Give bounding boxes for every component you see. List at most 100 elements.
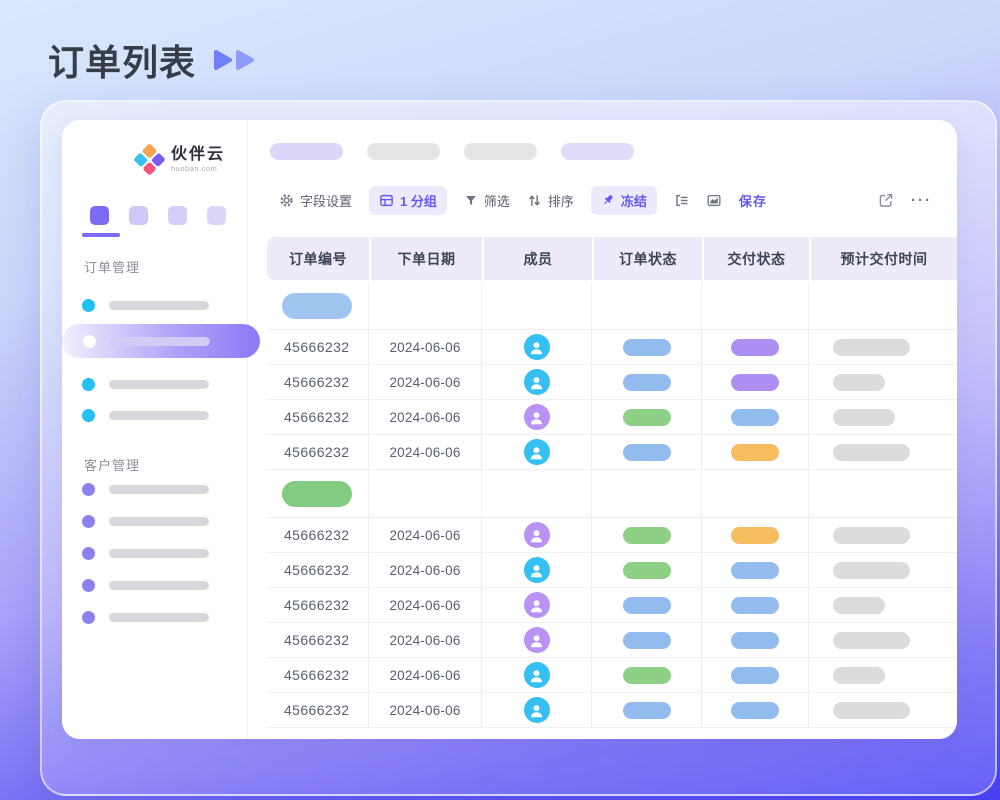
brand-text: 伙伴云 huoban.com — [171, 146, 225, 173]
filter-button[interactable]: 筛选 — [464, 191, 510, 210]
order-status-cell — [592, 693, 702, 728]
row-height-button[interactable] — [674, 193, 689, 208]
share-icon — [878, 192, 894, 208]
order-number-cell: 45666232 — [267, 518, 369, 553]
freeze-button[interactable]: 冻结 — [591, 186, 657, 215]
delivery-status-cell — [702, 330, 809, 365]
item-text-placeholder — [109, 581, 209, 590]
column-header[interactable]: 交付状态 — [702, 237, 809, 280]
glass-card: 伙伴云 huoban.com 订单管理客户管理 — [40, 100, 997, 796]
eta-placeholder-pill — [833, 597, 885, 614]
page-header: 订单列表 — [48, 34, 258, 86]
order-status-cell — [592, 588, 702, 623]
item-dot — [82, 579, 95, 592]
column-header[interactable]: 成员 — [482, 237, 592, 280]
sidebar-item[interactable] — [82, 482, 209, 496]
pin-icon — [601, 193, 615, 207]
eta-cell — [809, 330, 957, 365]
member-cell — [482, 658, 592, 693]
column-header[interactable]: 订单状态 — [592, 237, 702, 280]
nav-placeholder-pill[interactable] — [464, 143, 537, 160]
order-date-cell: 2024-06-06 — [369, 588, 482, 623]
order-status-pill — [623, 597, 671, 614]
order-number-cell: 45666232 — [267, 365, 369, 400]
nav-placeholder-pill[interactable] — [270, 143, 343, 160]
order-number-cell: 45666232 — [267, 330, 369, 365]
column-header[interactable]: 订单编号 — [267, 237, 369, 280]
app-tab-active[interactable] — [90, 206, 109, 225]
sidebar-item[interactable] — [82, 377, 209, 391]
sort-arrows-icon — [527, 193, 542, 208]
share-button[interactable] — [878, 192, 894, 208]
order-status-pill — [623, 562, 671, 579]
group-pill[interactable] — [282, 293, 352, 319]
order-date-cell: 2024-06-06 — [369, 435, 482, 470]
brand-domain: huoban.com — [171, 164, 225, 173]
order-date-cell: 2024-06-06 — [369, 400, 482, 435]
item-dot — [82, 547, 95, 560]
delivery-status-cell — [702, 518, 809, 553]
user-avatar-icon — [524, 334, 550, 360]
member-cell — [482, 330, 592, 365]
eta-placeholder-pill — [833, 562, 910, 579]
column-header[interactable]: 下单日期 — [369, 237, 482, 280]
table-body: 456662322024-06-06456662322024-06-064566… — [267, 282, 957, 728]
delivery-status-cell — [702, 658, 809, 693]
delivery-status-pill — [731, 667, 779, 684]
more-button[interactable]: ··· — [911, 192, 932, 209]
table-row[interactable]: 456662322024-06-06 — [267, 658, 957, 693]
order-number-cell: 45666232 — [267, 588, 369, 623]
app-tab[interactable] — [168, 206, 187, 225]
item-dot — [82, 409, 95, 422]
chart-button[interactable] — [706, 193, 722, 208]
group-button[interactable]: 1 分组 — [369, 186, 447, 215]
app-tab[interactable] — [207, 206, 226, 225]
sidebar-item[interactable] — [82, 298, 209, 312]
order-status-pill — [623, 339, 671, 356]
order-status-pill — [623, 444, 671, 461]
app-tab[interactable] — [129, 206, 148, 225]
sidebar-item[interactable] — [82, 514, 209, 528]
sidebar-item[interactable] — [82, 408, 209, 422]
user-avatar-icon — [524, 697, 550, 723]
table-row[interactable]: 456662322024-06-06 — [267, 435, 957, 470]
group-cell — [369, 470, 482, 517]
row-height-icon — [674, 193, 689, 208]
order-number-cell: 45666232 — [267, 435, 369, 470]
order-status-cell — [592, 330, 702, 365]
order-number-cell: 45666232 — [267, 400, 369, 435]
table-row[interactable]: 456662322024-06-06 — [267, 330, 957, 365]
sort-button[interactable]: 排序 — [527, 191, 574, 210]
table-row[interactable]: 456662322024-06-06 — [267, 400, 957, 435]
table-row[interactable]: 456662322024-06-06 — [267, 623, 957, 658]
table-row[interactable]: 456662322024-06-06 — [267, 588, 957, 623]
sidebar-item[interactable] — [82, 610, 209, 624]
order-status-pill — [623, 702, 671, 719]
brand-logo: 伙伴云 huoban.com — [138, 146, 225, 173]
table-row[interactable]: 456662322024-06-06 — [267, 518, 957, 553]
group-pill[interactable] — [282, 481, 352, 507]
user-avatar-icon — [524, 439, 550, 465]
table-row[interactable]: 456662322024-06-06 — [267, 693, 957, 728]
column-header[interactable]: 预计交付时间 — [809, 237, 957, 280]
page-background: 订单列表 伙伴云 huoban.com — [0, 0, 1000, 800]
item-text-placeholder — [109, 301, 209, 310]
save-button[interactable]: 保存 — [739, 191, 767, 210]
eta-placeholder-pill — [833, 632, 910, 649]
order-date-cell: 2024-06-06 — [369, 365, 482, 400]
sidebar-item-active[interactable] — [62, 324, 260, 358]
field-settings-button[interactable]: 字段设置 — [279, 191, 352, 210]
group-header-row — [267, 282, 957, 330]
order-number-cell: 45666232 — [267, 693, 369, 728]
delivery-status-cell — [702, 693, 809, 728]
order-status-pill — [623, 667, 671, 684]
table-row[interactable]: 456662322024-06-06 — [267, 553, 957, 588]
group-cell — [592, 470, 702, 517]
nav-placeholder-pill[interactable] — [561, 143, 634, 160]
table-row[interactable]: 456662322024-06-06 — [267, 365, 957, 400]
delivery-status-pill — [731, 527, 779, 544]
sidebar-item[interactable] — [82, 546, 209, 560]
sidebar-item[interactable] — [82, 578, 209, 592]
nav-placeholder-pill[interactable] — [367, 143, 440, 160]
eta-placeholder-pill — [833, 409, 895, 426]
